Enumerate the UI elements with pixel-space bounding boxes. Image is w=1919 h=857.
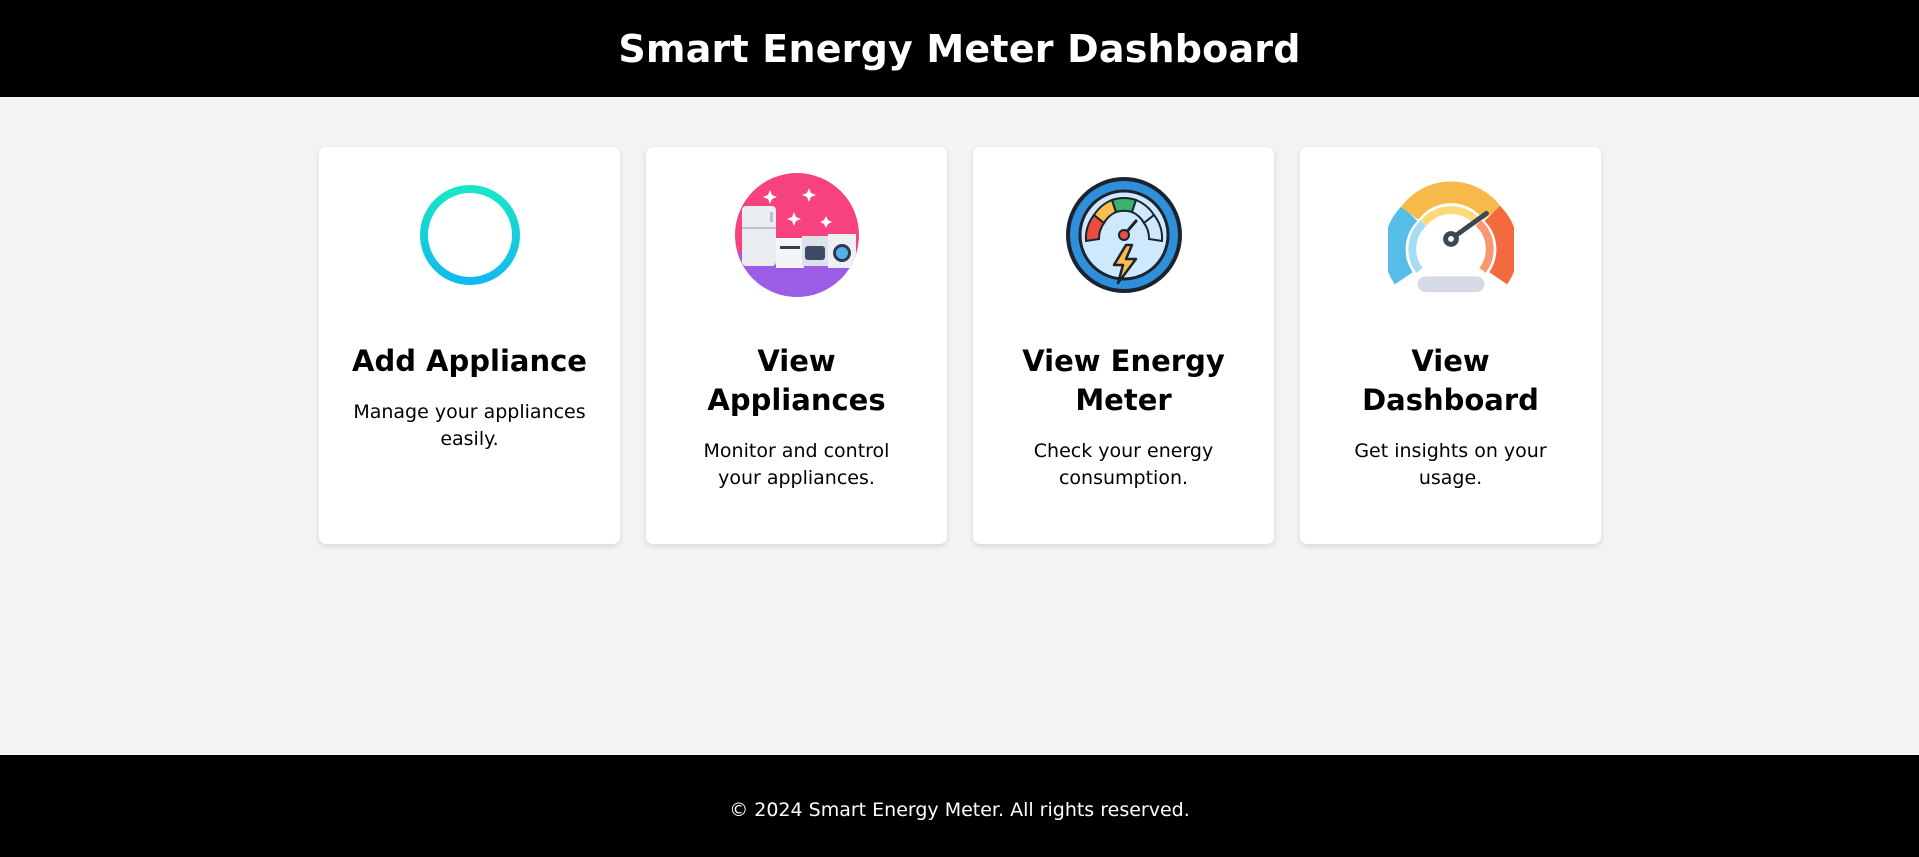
app-header: Smart Energy Meter Dashboard bbox=[0, 0, 1919, 97]
view-appliances-card[interactable]: View Appliances Monitor and control your… bbox=[646, 147, 947, 544]
app-footer: © 2024 Smart Energy Meter. All rights re… bbox=[0, 755, 1919, 857]
view-dashboard-card[interactable]: View Dashboard Get insights on your usag… bbox=[1300, 147, 1601, 544]
card-title: Add Appliance bbox=[352, 344, 587, 378]
card-description: Monitor and control your appliances. bbox=[703, 440, 890, 489]
speedometer-icon bbox=[1387, 172, 1514, 298]
energy-meter-icon bbox=[1061, 172, 1187, 298]
appliances-icon bbox=[734, 172, 860, 298]
card-title: View Appliances bbox=[707, 344, 886, 417]
card-description: Check your energy consumption. bbox=[1033, 440, 1214, 489]
copyright-text: © 2024 Smart Energy Meter. All rights re… bbox=[729, 799, 1190, 821]
card-description: Manage your appliances easily. bbox=[353, 401, 586, 450]
add-appliance-card[interactable]: Add Appliance Manage your appliances eas… bbox=[319, 147, 620, 544]
card-grid: Add Appliance Manage your appliances eas… bbox=[319, 147, 1601, 544]
card-title: View Dashboard bbox=[1362, 344, 1539, 417]
page-title: Smart Energy Meter Dashboard bbox=[618, 26, 1301, 71]
view-energy-meter-card[interactable]: View Energy Meter Check your energy cons… bbox=[973, 147, 1274, 544]
card-description: Get insights on your usage. bbox=[1354, 440, 1547, 489]
add-circle-icon bbox=[407, 172, 533, 298]
card-title: View Energy Meter bbox=[1022, 344, 1225, 417]
